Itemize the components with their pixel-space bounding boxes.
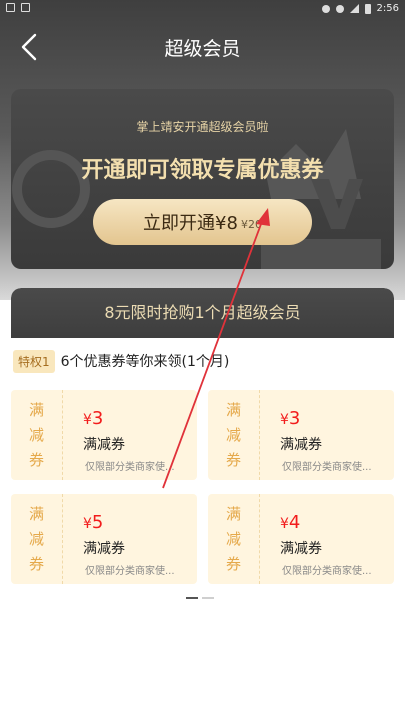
- coupon-note: 仅限部分类商家使...: [85, 462, 175, 473]
- coupon-card[interactable]: 满 减 券 ¥5 满减券 仅限部分类商家使...: [11, 494, 197, 584]
- page-title: 超级会员: [164, 38, 241, 60]
- open-membership-button[interactable]: 立即开通¥8 ¥20: [93, 199, 312, 245]
- promo-subtitle: 掌上靖安开通超级会员啦: [136, 120, 269, 134]
- coupon-card[interactable]: 满 减 券 ¥3 满减券 仅限部分类商家使...: [208, 390, 394, 480]
- offer-heading: 8元限时抢购1个月超级会员: [11, 288, 394, 338]
- coupon-amount: ¥5: [83, 512, 104, 533]
- coupon-note: 仅限部分类商家使...: [85, 566, 175, 577]
- coupon-amount: ¥4: [280, 512, 301, 533]
- coupon-name: 满减券: [83, 437, 125, 453]
- coupon-note: 仅限部分类商家使...: [282, 462, 372, 473]
- coupon-amount: ¥3: [83, 408, 104, 429]
- promo-headline: 开通即可领取专属优惠券: [81, 158, 324, 183]
- coupon-side-label: 满 减 券: [208, 390, 260, 480]
- notification-icon: [6, 3, 15, 12]
- pager-dot-active: [186, 597, 198, 599]
- status-time: 2:56: [376, 3, 399, 14]
- privilege-row: 特权1 6个优惠券等你来领(1个月): [11, 348, 229, 374]
- coupon-card[interactable]: 满 减 券 ¥4 满减券 仅限部分类商家使...: [208, 494, 394, 584]
- pager-dots: [186, 597, 214, 599]
- battery-icon: [364, 3, 371, 14]
- coupon-side-label: 满 减 券: [11, 390, 63, 480]
- original-price: ¥20: [240, 217, 262, 231]
- app-notification-icon: [21, 3, 30, 12]
- wifi-icon: [335, 4, 344, 13]
- coupon-side-label: 满 减 券: [208, 494, 260, 584]
- location-icon: [321, 4, 330, 13]
- promo-card: 掌上靖安开通超级会员啦 开通即可领取专属优惠券 立即开通¥8 ¥20: [11, 89, 394, 269]
- pager-dot: [202, 597, 214, 599]
- coupon-name: 满减券: [280, 437, 322, 453]
- open-membership-label: 立即开通¥8: [143, 213, 238, 234]
- privilege-tag: 特权1: [13, 349, 55, 373]
- coupon-note: 仅限部分类商家使...: [282, 566, 372, 577]
- coupon-name: 满减券: [280, 541, 322, 557]
- coupon-name: 满减券: [83, 541, 125, 557]
- coupon-side-label: 满 减 券: [11, 494, 63, 584]
- signal-icon: [349, 4, 359, 13]
- coupon-amount: ¥3: [280, 408, 301, 429]
- status-bar: 2:56: [0, 0, 405, 18]
- coupon-card[interactable]: 满 减 券 ¥3 满减券 仅限部分类商家使...: [11, 390, 197, 480]
- privilege-text: 6个优惠券等你来领(1个月): [60, 354, 230, 370]
